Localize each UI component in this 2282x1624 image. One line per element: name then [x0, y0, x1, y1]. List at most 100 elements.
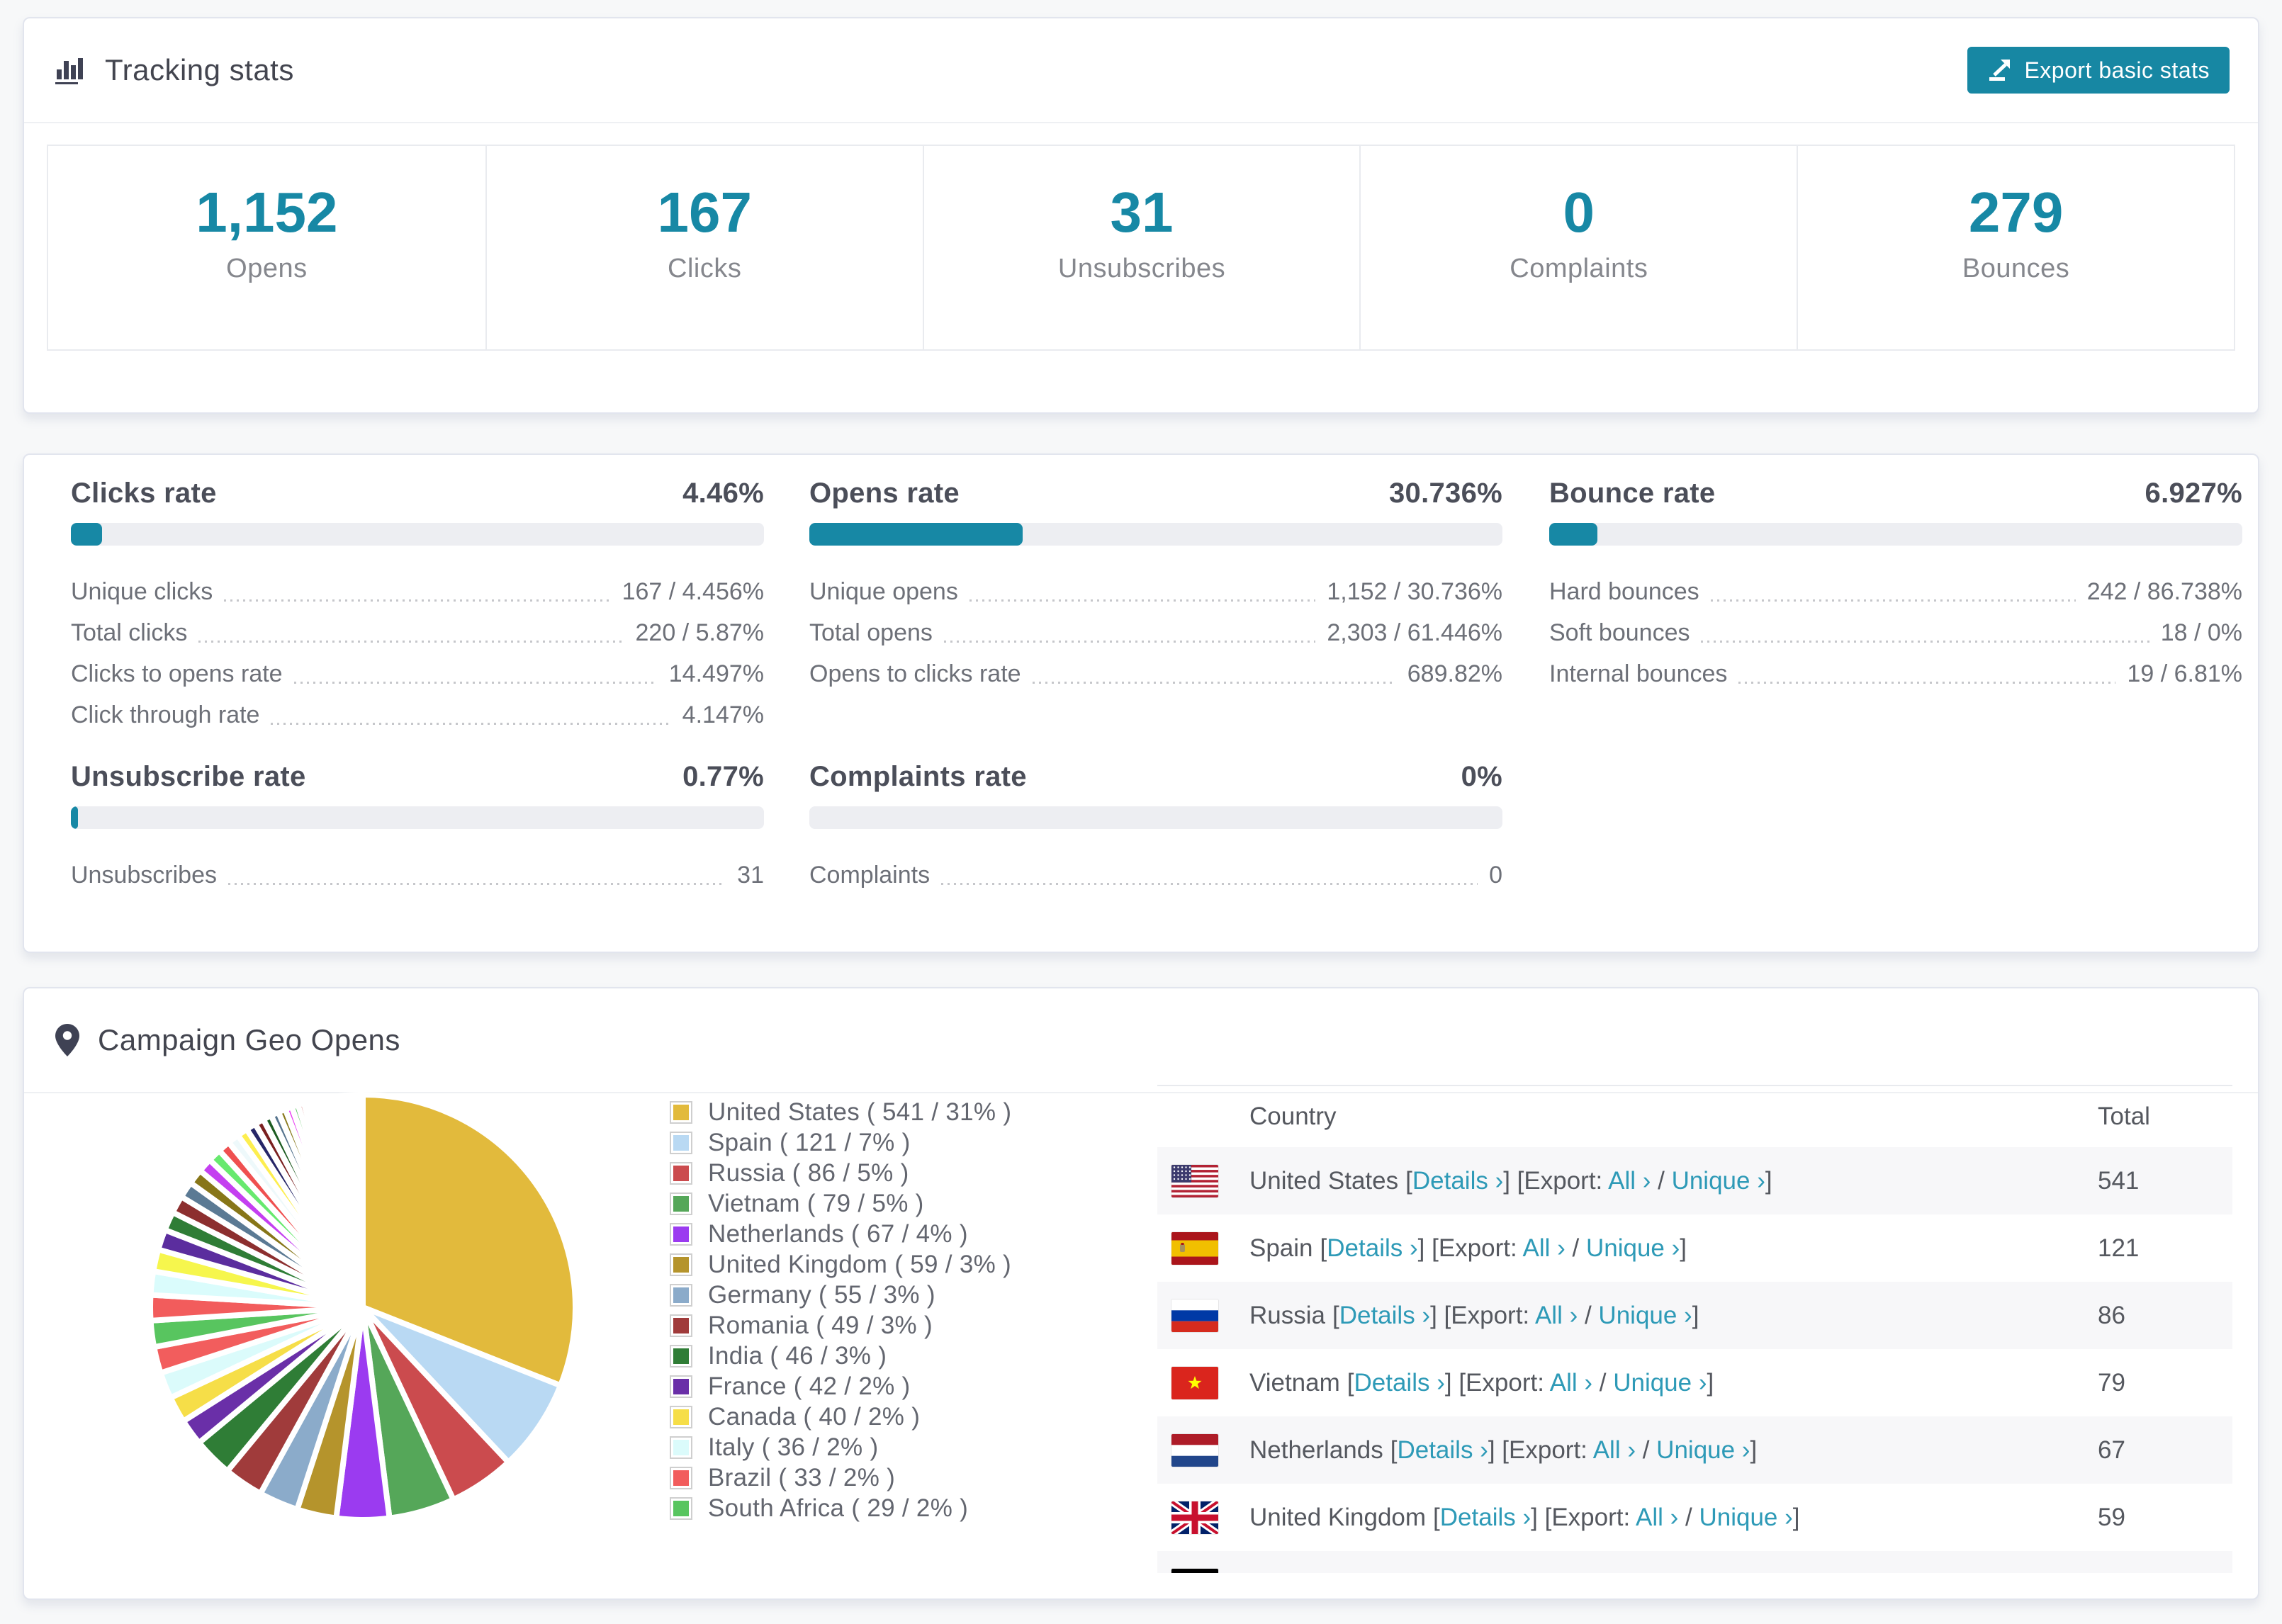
legend-label: Romania ( 49 / 3% ) [708, 1311, 933, 1339]
country-flag-icon [1171, 1433, 1218, 1467]
export-all-link[interactable]: All › [1608, 1167, 1651, 1195]
pie-legend: United States ( 541 / 31% ) Spain ( 121 … [670, 1098, 1012, 1527]
total-value: 121 [2098, 1234, 2140, 1262]
dotted-leader [227, 882, 726, 885]
country-name: Germany [1249, 1571, 1351, 1574]
rate-detail-row: Complaints 0 [809, 855, 1502, 896]
country-flag-icon [1171, 1231, 1218, 1265]
clicks-rate-section: Clicks rate 4.46% Unique clicks 167 / 4.… [71, 476, 764, 735]
rate-detail-row: Opens to clicks rate 689.82% [809, 653, 1502, 694]
details-link[interactable]: Details › [1327, 1234, 1417, 1262]
section-title: Complaints rate [809, 761, 1027, 792]
map-pin-icon [55, 1024, 79, 1056]
rate-detail-label: Click through rate [71, 701, 260, 728]
legend-item: Spain ( 121 / 7% ) [670, 1129, 1011, 1156]
export-unique-link[interactable]: Unique › [1598, 1302, 1692, 1329]
stat-cell: 167 Clicks [485, 146, 923, 349]
geo-header: Campaign Geo Opens [24, 988, 2258, 1093]
total-value: 541 [2098, 1166, 2140, 1195]
legend-color-swatch [670, 1375, 692, 1398]
export-all-link[interactable]: All › [1593, 1436, 1636, 1464]
export-unique-link[interactable]: Unique › [1672, 1167, 1765, 1195]
legend-label: India ( 46 / 3% ) [708, 1341, 887, 1370]
legend-item: Netherlands ( 67 / 4% ) [670, 1219, 1011, 1248]
rate-detail-value: 31 [737, 861, 764, 889]
export-unique-link[interactable]: Unique › [1613, 1369, 1707, 1397]
dotted-leader [224, 599, 611, 602]
legend-color-swatch [670, 1496, 692, 1520]
section-title: Unsubscribe rate [71, 761, 306, 792]
rate-detail-value: 1,152 / 30.736% [1327, 577, 1502, 605]
export-all-link[interactable]: All › [1636, 1504, 1678, 1531]
section-value: 30.736% [1388, 478, 1502, 509]
stat-value: 167 [657, 181, 752, 244]
export-unique-link[interactable]: Unique › [1656, 1436, 1750, 1464]
country-flag-icon [1171, 1299, 1218, 1332]
legend-item: Canada ( 40 / 2% ) [670, 1402, 1011, 1431]
export-all-link[interactable]: All › [1535, 1302, 1578, 1329]
dotted-leader [969, 599, 1316, 602]
export-unique-link[interactable]: Unique › [1624, 1571, 1718, 1574]
stat-value: 31 [1110, 181, 1174, 244]
legend-color-swatch [670, 1100, 692, 1124]
geo-opens-table: Country Total United States [Details ›] [… [1157, 1085, 2232, 1573]
rate-detail-value: 4.147% [682, 701, 764, 728]
rate-detail-label: Hard bounces [1549, 577, 1699, 605]
legend-item: Vietnam ( 79 / 5% ) [670, 1190, 1011, 1217]
legend-item: Germany ( 55 / 3% ) [670, 1281, 1011, 1309]
export-all-link[interactable]: All › [1561, 1571, 1604, 1574]
legend-color-swatch [670, 1283, 692, 1307]
rates-card: Clicks rate 4.46% Unique clicks 167 / 4.… [23, 453, 2259, 953]
table-row: Germany[Details ›] [Export: All › / Uniq… [1157, 1551, 2232, 1573]
rate-detail-label: Unique opens [809, 577, 958, 605]
export-unique-link[interactable]: Unique › [1586, 1234, 1680, 1262]
rate-detail-label: Soft bounces [1549, 619, 1690, 646]
details-link[interactable]: Details › [1354, 1369, 1445, 1397]
legend-item: United Kingdom ( 59 / 3% ) [670, 1250, 1012, 1278]
opens-rate-progressbar [809, 523, 1502, 546]
table-row: United States [Details ›] [Export: All › … [1157, 1147, 2232, 1214]
rate-detail-row: Unique clicks 167 / 4.456% [71, 571, 764, 612]
details-link[interactable]: Details › [1339, 1302, 1430, 1329]
section-value: 4.46% [682, 478, 764, 509]
details-link[interactable]: Details › [1397, 1436, 1488, 1464]
page-title: Tracking stats [105, 53, 294, 86]
rate-detail-value: 14.497% [668, 660, 764, 687]
rate-detail-value: 19 / 6.81% [2127, 660, 2242, 687]
stat-label: Unsubscribes [1057, 254, 1226, 283]
legend-item: Romania ( 49 / 3% ) [670, 1311, 1011, 1339]
total-value: 55 [2098, 1571, 2125, 1574]
stat-value: 1,152 [196, 181, 338, 244]
section-value: 0.77% [682, 761, 764, 792]
details-link[interactable]: Details › [1412, 1167, 1503, 1195]
table-header: Country Total [1157, 1085, 2232, 1147]
stat-cell: 279 Bounces [1797, 146, 2234, 349]
stat-label: Opens [226, 254, 308, 283]
section-value: 6.927% [2145, 478, 2242, 509]
rate-detail-value: 18 / 0% [2160, 619, 2242, 646]
details-link[interactable]: Details › [1440, 1504, 1531, 1531]
export-icon [1987, 58, 2013, 82]
legend-color-swatch [670, 1436, 692, 1459]
country-name: Russia [1249, 1301, 1325, 1329]
legend-label: Netherlands ( 67 / 4% ) [708, 1219, 968, 1248]
legend-item: India ( 46 / 3% ) [670, 1341, 1011, 1370]
dotted-leader [271, 722, 671, 725]
table-body: United States [Details ›] [Export: All › … [1157, 1147, 2232, 1573]
table-row: United Kingdom [Details ›] [Export: All ›… [1157, 1484, 2232, 1551]
total-value: 79 [2098, 1368, 2125, 1397]
country-flag-icon [1171, 1366, 1218, 1399]
export-all-link[interactable]: All › [1523, 1234, 1566, 1262]
country-flag-icon [1171, 1568, 1218, 1573]
export-all-link[interactable]: All › [1550, 1369, 1592, 1397]
legend-label: Canada ( 40 / 2% ) [708, 1402, 921, 1431]
export-basic-stats-button[interactable]: Export basic stats [1967, 47, 2230, 94]
legend-label: South Africa ( 29 / 2% ) [708, 1494, 969, 1522]
stat-label: Complaints [1510, 254, 1648, 283]
details-link[interactable]: Details › [1366, 1571, 1456, 1574]
legend-label: United Kingdom ( 59 / 3% ) [708, 1250, 1012, 1278]
legend-item: Russia ( 86 / 5% ) [670, 1159, 1011, 1187]
rate-detail-value: 220 / 5.87% [635, 619, 764, 646]
export-unique-link[interactable]: Unique › [1699, 1504, 1792, 1531]
rate-detail-row: Hard bounces 242 / 86.738% [1549, 571, 2242, 612]
